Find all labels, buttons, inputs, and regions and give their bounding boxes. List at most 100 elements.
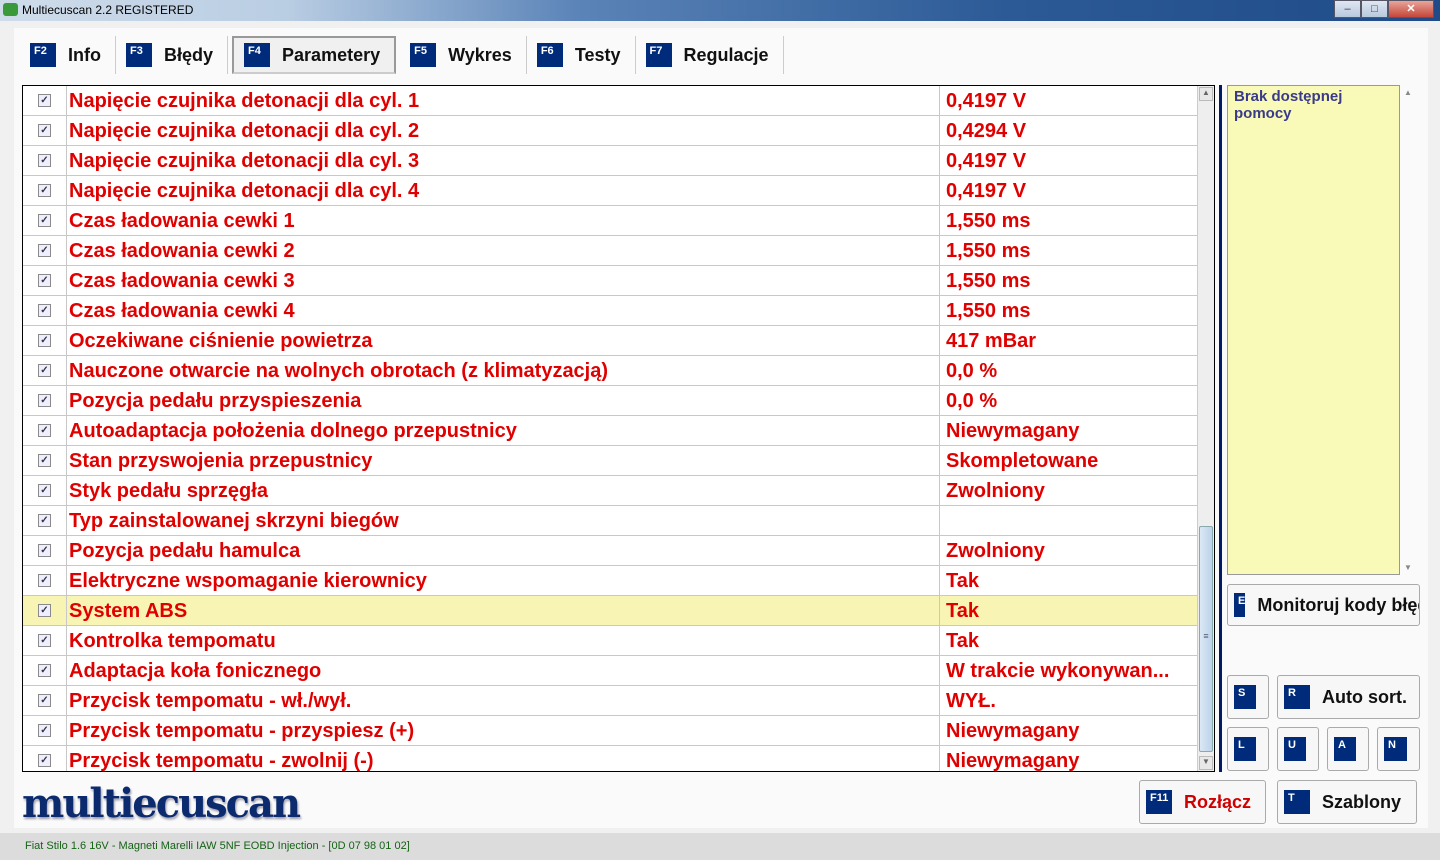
row-checkbox[interactable]: ✓: [23, 206, 67, 235]
table-row[interactable]: ✓ Pozycja pedału hamulca Zwolniony: [23, 536, 1198, 566]
parameter-name: Napięcie czujnika detonacji dla cyl. 2: [67, 116, 940, 145]
table-row[interactable]: ✓ Czas ładowania cewki 4 1,550 ms: [23, 296, 1198, 326]
s-button[interactable]: S: [1227, 675, 1269, 719]
parameter-name: Styk pedału sprzęgła: [67, 476, 940, 505]
row-checkbox[interactable]: ✓: [23, 536, 67, 565]
row-checkbox[interactable]: ✓: [23, 326, 67, 355]
a-button[interactable]: A: [1327, 727, 1369, 771]
close-button[interactable]: ✕: [1388, 0, 1434, 18]
help-scroll-down-icon[interactable]: ▼: [1404, 563, 1412, 572]
checkmark-icon: ✓: [38, 454, 51, 467]
table-row[interactable]: ✓ Przycisk tempomatu - wł./wył. WYŁ.: [23, 686, 1198, 716]
row-checkbox[interactable]: ✓: [23, 236, 67, 265]
tab-wykres[interactable]: F5 Wykres: [400, 36, 527, 74]
parameter-name: Czas ładowania cewki 2: [67, 236, 940, 265]
parameter-name: Autoadaptacja położenia dolnego przepust…: [67, 416, 940, 445]
row-checkbox[interactable]: ✓: [23, 266, 67, 295]
row-checkbox[interactable]: ✓: [23, 146, 67, 175]
row-checkbox[interactable]: ✓: [23, 116, 67, 145]
row-checkbox[interactable]: ✓: [23, 476, 67, 505]
table-row[interactable]: ✓ Czas ładowania cewki 2 1,550 ms: [23, 236, 1198, 266]
disconnect-button[interactable]: F11 Rozłącz: [1139, 780, 1266, 824]
parameter-value: Niewymagany: [946, 420, 1080, 442]
table-row[interactable]: ✓ Oczekiwane ciśnienie powietrza 417 mBar: [23, 326, 1198, 356]
key-badge: A: [1334, 737, 1356, 761]
tab-testy[interactable]: F6 Testy: [527, 36, 636, 74]
scroll-thumb[interactable]: ≡: [1199, 526, 1213, 752]
row-checkbox[interactable]: ✓: [23, 176, 67, 205]
parameter-name: Napięcie czujnika detonacji dla cyl. 3: [67, 146, 940, 175]
templates-button[interactable]: T Szablony: [1277, 780, 1417, 824]
table-row[interactable]: ✓ Czas ładowania cewki 3 1,550 ms: [23, 266, 1198, 296]
table-row[interactable]: ✓ Czas ładowania cewki 1 1,550 ms: [23, 206, 1198, 236]
table-row[interactable]: ✓ System ABS Tak: [23, 596, 1198, 626]
vertical-scrollbar[interactable]: ▲ ≡ ▼: [1197, 86, 1214, 771]
table-row[interactable]: ✓ Styk pedału sprzęgła Zwolniony: [23, 476, 1198, 506]
key-badge: F2: [30, 43, 56, 67]
parameter-value: Niewymagany: [946, 720, 1080, 742]
parameter-value: W trakcie wykonywan...: [946, 660, 1170, 682]
tab-błędy[interactable]: F3 Błędy: [116, 36, 229, 74]
row-checkbox[interactable]: ✓: [23, 746, 67, 771]
tab-label: Wykres: [448, 44, 512, 65]
table-row[interactable]: ✓ Typ zainstalowanej skrzyni biegów: [23, 506, 1198, 536]
tab-regulacje[interactable]: F7 Regulacje: [636, 36, 784, 74]
tab-info[interactable]: F2 Info: [20, 36, 116, 74]
row-checkbox[interactable]: ✓: [23, 356, 67, 385]
table-row[interactable]: ✓ Adaptacja koła fonicznego W trakcie wyko…: [23, 656, 1198, 686]
parameter-name: Napięcie czujnika detonacji dla cyl. 1: [67, 86, 940, 115]
u-button[interactable]: U: [1277, 727, 1319, 771]
parameter-value: WYŁ.: [946, 690, 996, 712]
parameter-value: 1,550 ms: [946, 270, 1031, 292]
row-checkbox[interactable]: ✓: [23, 686, 67, 715]
parameter-value: 1,550 ms: [946, 240, 1031, 262]
row-checkbox[interactable]: ✓: [23, 656, 67, 685]
parameter-name: Przycisk tempomatu - wł./wył.: [67, 686, 940, 715]
table-row[interactable]: ✓ Przycisk tempomatu - przyspiesz (+) Niew…: [23, 716, 1198, 746]
table-row[interactable]: ✓ Przycisk tempomatu - zwolnij (-) Niewyma…: [23, 746, 1198, 771]
row-checkbox[interactable]: ✓: [23, 596, 67, 625]
table-row[interactable]: ✓ Napięcie czujnika detonacji dla cyl. 3 0…: [23, 146, 1198, 176]
parameter-name: Pozycja pedału hamulca: [67, 536, 940, 565]
help-scroll-up-icon[interactable]: ▲: [1404, 88, 1412, 97]
table-row[interactable]: ✓ Napięcie czujnika detonacji dla cyl. 1 0…: [23, 86, 1198, 116]
table-row[interactable]: ✓ Elektryczne wspomaganie kierownicy Tak: [23, 566, 1198, 596]
scroll-down-icon[interactable]: ▼: [1199, 756, 1213, 770]
app-icon: [3, 3, 18, 16]
table-row[interactable]: ✓ Pozycja pedału przyspieszenia 0,0 %: [23, 386, 1198, 416]
key-badge: T: [1284, 790, 1310, 814]
parameter-value: Tak: [946, 630, 979, 652]
checkmark-icon: ✓: [38, 514, 51, 527]
checkmark-icon: ✓: [38, 664, 51, 677]
row-checkbox[interactable]: ✓: [23, 716, 67, 745]
table-row[interactable]: ✓ Napięcie czujnika detonacji dla cyl. 2 0…: [23, 116, 1198, 146]
row-checkbox[interactable]: ✓: [23, 386, 67, 415]
n-button[interactable]: N: [1377, 727, 1420, 771]
row-checkbox[interactable]: ✓: [23, 446, 67, 475]
table-row[interactable]: ✓ Napięcie czujnika detonacji dla cyl. 4 0…: [23, 176, 1198, 206]
row-checkbox[interactable]: ✓: [23, 86, 67, 115]
parameter-value: 0,4197 V: [946, 90, 1027, 112]
auto-sort-button[interactable]: R Auto sort.: [1277, 675, 1420, 719]
row-checkbox[interactable]: ✓: [23, 296, 67, 325]
checkmark-icon: ✓: [38, 694, 51, 707]
row-checkbox[interactable]: ✓: [23, 626, 67, 655]
checkmark-icon: ✓: [38, 484, 51, 497]
maximize-button[interactable]: □: [1361, 0, 1388, 18]
row-checkbox[interactable]: ✓: [23, 566, 67, 595]
tab-parametery[interactable]: F4 Parametery: [232, 36, 397, 74]
l-button[interactable]: L: [1227, 727, 1269, 771]
row-checkbox[interactable]: ✓: [23, 506, 67, 535]
key-badge: U: [1284, 737, 1306, 761]
scroll-up-icon[interactable]: ▲: [1199, 87, 1213, 101]
table-row[interactable]: ✓ Kontrolka tempomatu Tak: [23, 626, 1198, 656]
table-row[interactable]: ✓ Stan przyswojenia przepustnicy Skompleto…: [23, 446, 1198, 476]
button-label: Szablony: [1322, 791, 1402, 812]
minimize-button[interactable]: –: [1334, 0, 1361, 18]
button-label: Monitoruj kody błędów: [1257, 594, 1419, 615]
checkmark-icon: ✓: [38, 184, 51, 197]
monitor-codes-button[interactable]: E Monitoruj kody błędów: [1227, 584, 1420, 626]
table-row[interactable]: ✓ Autoadaptacja położenia dolnego przepus…: [23, 416, 1198, 446]
table-row[interactable]: ✓ Nauczone otwarcie na wolnych obrotach (…: [23, 356, 1198, 386]
row-checkbox[interactable]: ✓: [23, 416, 67, 445]
